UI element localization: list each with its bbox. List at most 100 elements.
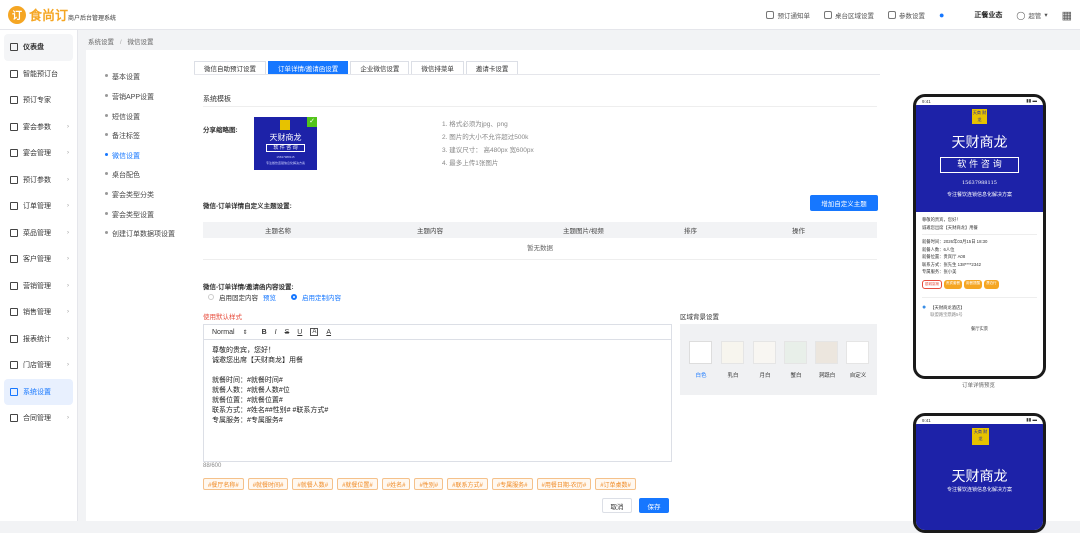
tab-invite-card[interactable]: 邀请卡设置	[465, 61, 519, 74]
sidebar-item-smart-booking[interactable]: 智能预订台	[0, 61, 77, 88]
sidebar-item-banquet-params[interactable]: 宴会参数 ›	[0, 114, 77, 141]
subnav-item-active[interactable]: 微信设置	[105, 151, 140, 161]
tab-wechat-booking[interactable]: 微信自助预订设置	[194, 61, 266, 74]
variable-tag[interactable]: #用餐日期-农历#	[536, 478, 592, 490]
subnav-item[interactable]: 宴会类型设置	[105, 210, 154, 220]
default-style-link[interactable]: 使用默认样式	[203, 311, 242, 321]
sidebar-item-customers[interactable]: 客户管理 ›	[0, 246, 77, 273]
user-icon: ◯	[1016, 10, 1026, 20]
font-select[interactable]: Normal	[212, 329, 235, 336]
subnav-item[interactable]: 基本设置	[105, 72, 140, 82]
notification-button[interactable]: ●	[939, 10, 944, 20]
chevron-right-icon: ›	[67, 335, 69, 342]
sidebar-item-stores[interactable]: 门店管理 ›	[0, 352, 77, 379]
variable-tag[interactable]: #餐厅名称#	[203, 478, 244, 490]
sidebar-item-marketing[interactable]: 营销管理 ›	[0, 273, 77, 300]
swatch-crab[interactable]	[784, 341, 807, 364]
swatch-cave[interactable]	[815, 341, 838, 364]
radio-custom-label[interactable]: 启用定制内容	[302, 292, 341, 302]
sidebar-item-banquet-manage[interactable]: 宴会管理 ›	[0, 140, 77, 167]
booking-notice-label: 预订通知单	[777, 13, 810, 20]
swatch-milk[interactable]	[721, 341, 744, 364]
bg-color-icon[interactable]: A	[310, 328, 319, 336]
bold-icon[interactable]: B	[262, 329, 267, 336]
tab-enterprise-wechat[interactable]: 企业微信设置	[350, 61, 410, 74]
swatch-white[interactable]	[689, 341, 712, 364]
radio-fixed-label[interactable]: 启用固定内容	[219, 292, 258, 302]
radio-custom[interactable]	[291, 294, 297, 300]
brand-logo[interactable]: 订 食尚订	[8, 5, 68, 24]
swatch-custom[interactable]	[846, 341, 869, 364]
monitor-icon	[10, 69, 18, 78]
preview-line: 诚邀您出席【天财商龙】用餐	[922, 224, 978, 230]
sidebar-item-label: 订单管理	[23, 203, 51, 211]
chevron-down-icon: ▾	[1044, 12, 1048, 19]
share-thumbnail[interactable]: ✓ 天财商龙 软 件 咨 询 15637988115 专注餐饮连锁信息化解决方案	[254, 117, 317, 170]
subnav-item[interactable]: 创建订单数据项设置	[105, 229, 175, 239]
table-area-link[interactable]: 桌台区域设置	[823, 10, 874, 20]
content-mode-radios: 启用固定内容 预览 启用定制内容	[208, 292, 341, 302]
preview-hero: 天商 财龙 天财商龙 专注餐饮连锁信息化解决方案	[916, 424, 1043, 530]
rich-text-editor[interactable]: Normal ⇕ B I S U A A 尊敬的贵宾，您好！ 诚邀您出席【天财商…	[203, 324, 672, 462]
editor-content[interactable]: 尊敬的贵宾，您好！ 诚邀您出席【天财商龙】用餐 就餐时间：#就餐时间# 就餐人数…	[204, 340, 671, 432]
editor-line: 专属服务：#专属服务#	[212, 417, 283, 424]
sidebar-item-sales[interactable]: 销售管理 ›	[0, 299, 77, 326]
sidebar-item-contracts[interactable]: 合同管理 ›	[0, 405, 77, 432]
sidebar-item-dishes[interactable]: 菜品管理 ›	[0, 220, 77, 247]
editor-toolbar: Normal ⇕ B I S U A A	[204, 325, 671, 340]
underline-icon[interactable]: U	[297, 329, 302, 336]
sidebar-item-label: 宴会参数	[23, 123, 51, 131]
variable-tag[interactable]: #就餐时间#	[247, 478, 289, 490]
dish-icon	[10, 228, 18, 237]
tab-order-invitation[interactable]: 订单详情/邀请函设置	[268, 61, 349, 74]
upload-rule: 1. 格式必须为jpg、png	[442, 121, 508, 128]
editor-line: 诚邀您出席【天财商龙】用餐	[212, 357, 303, 364]
check-icon: ✓	[307, 117, 317, 127]
variable-tag[interactable]: #联系方式#	[447, 478, 488, 490]
swatch-label: 蟹白	[790, 373, 802, 379]
variable-tag[interactable]: #姓名#	[381, 478, 411, 490]
cancel-button[interactable]: 取消	[602, 498, 632, 513]
sidebar-item-settings[interactable]: 系统设置	[4, 378, 73, 405]
variable-tag[interactable]: #就餐人数#	[292, 478, 334, 490]
sidebar-item-booking-expert[interactable]: 预订专家	[0, 87, 77, 114]
subnav-item[interactable]: 短信设置	[105, 112, 140, 122]
save-button[interactable]: 保存	[639, 498, 669, 513]
radio-fixed[interactable]	[208, 294, 214, 300]
variable-tag[interactable]: #订单桌数#	[595, 478, 636, 490]
swatch-label: 月白	[759, 373, 771, 379]
sidebar-item-orders[interactable]: 订单管理 ›	[0, 193, 77, 220]
app-grid-button[interactable]: ▦	[1062, 9, 1072, 22]
sidebar-item-label: 菜品管理	[23, 229, 51, 237]
italic-icon[interactable]: I	[275, 329, 277, 336]
sidebar-item-reports[interactable]: 报表统计 ›	[0, 326, 77, 353]
variable-tag[interactable]: #性别#	[414, 478, 444, 490]
subnav-item[interactable]: 桌台配色	[105, 170, 140, 180]
booking-notice-link[interactable]: 预订通知单	[766, 10, 810, 20]
subnav-item[interactable]: 备注标签	[105, 131, 140, 141]
variable-tag[interactable]: #就餐位置#	[337, 478, 378, 490]
org-name[interactable]: 正餐业态	[974, 10, 1002, 20]
preview-link[interactable]: 预览	[263, 292, 276, 302]
sidebar-item-label: 仪表盘	[23, 44, 44, 52]
breadcrumb-parent[interactable]: 系统设置	[88, 39, 114, 46]
swatch-moon[interactable]	[753, 341, 776, 364]
subnav-label: 宴会类型分类	[112, 192, 154, 199]
strike-icon[interactable]: S	[285, 329, 290, 336]
sidebar-item-dashboard[interactable]: 仪表盘	[4, 34, 73, 61]
sidebar-item-label: 合同管理	[23, 415, 51, 423]
background-swatches: 白色 乳白 月白 蟹白 洞䟗白 自定义	[680, 324, 877, 395]
sidebar-item-label: 客户管理	[23, 256, 51, 264]
add-theme-button[interactable]: 增加自定义主题	[810, 195, 878, 211]
variable-tag[interactable]: #专属服务#	[491, 478, 533, 490]
tab-menu[interactable]: 微信排菜单	[411, 61, 464, 74]
user-menu[interactable]: ◯ 超管 ▾	[1016, 10, 1048, 21]
thumb-box: 软 件 咨 询	[266, 144, 305, 152]
sidebar-item-booking-params[interactable]: 预订参数 ›	[0, 167, 77, 194]
font-color-icon[interactable]: A	[326, 329, 331, 336]
params-link[interactable]: 参数设置	[887, 10, 925, 20]
subnav-item[interactable]: 宴会类型分类	[105, 190, 154, 200]
preview-store: ● 【天财商龙酒店】 联盟路宝鼎路5号	[922, 296, 1037, 318]
subnav-item[interactable]: 营销APP设置	[105, 92, 154, 102]
